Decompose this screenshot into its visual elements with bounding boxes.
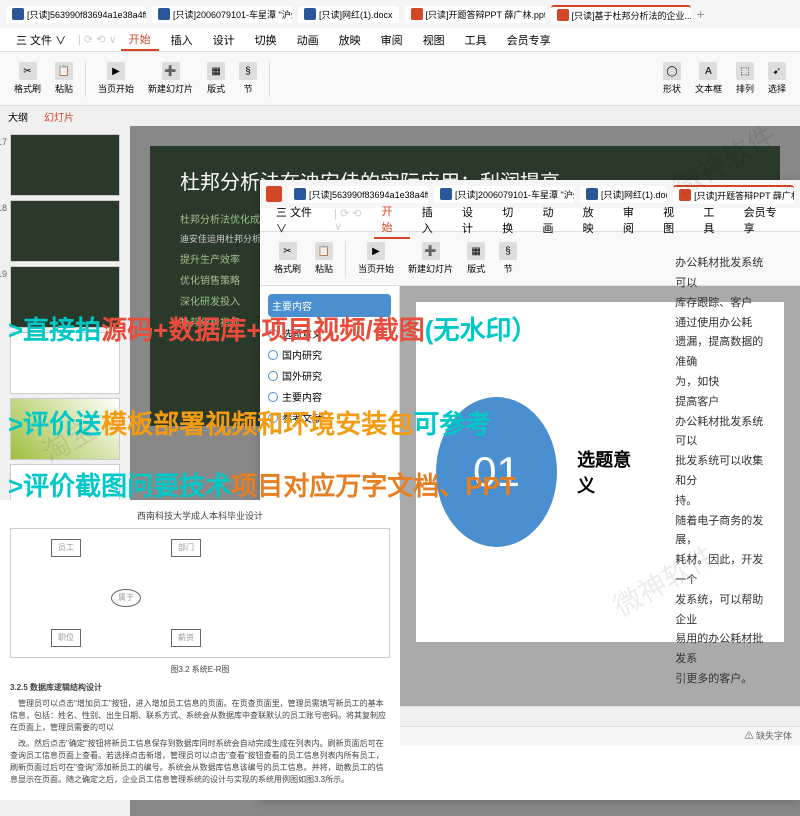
- word-icon: [440, 188, 452, 200]
- menu-animation[interactable]: 动画: [534, 202, 570, 238]
- word-icon: [586, 188, 598, 200]
- tool-textbox[interactable]: A文本框: [689, 60, 728, 97]
- word-icon: [304, 8, 316, 20]
- slide-section-label: 选题意义: [577, 446, 635, 498]
- menu-insert[interactable]: 插入: [414, 202, 450, 238]
- doc-header: 西南科技大学成人本科毕业设计: [10, 510, 390, 524]
- tool-layout[interactable]: ▦版式: [201, 60, 231, 97]
- menu-start[interactable]: 开始: [374, 201, 410, 239]
- menu-view[interactable]: 视图: [655, 202, 691, 238]
- menu-view[interactable]: 视图: [415, 30, 453, 50]
- toolbar-1: ✂格式刷 📋粘贴 ▶当页开始 ➕新建幻灯片 ▦版式 §节 ◯形状 A文本框 ⬚排…: [0, 52, 800, 106]
- menu-start[interactable]: 开始: [121, 29, 159, 51]
- tool-section[interactable]: §节: [493, 240, 523, 277]
- new-tab-button[interactable]: +: [697, 6, 705, 22]
- menubar-1: 三 文件 ∨ | ⟳ ⟲ ∨ 开始 插入 设计 切换 动画 放映 审阅 视图 工…: [0, 28, 800, 52]
- tool-new-slide[interactable]: ➕新建幻灯片: [142, 60, 199, 97]
- menu-design[interactable]: 设计: [205, 30, 243, 50]
- menu-member[interactable]: 会员专享: [499, 30, 559, 50]
- ppt-icon: [679, 189, 691, 201]
- menu-animation[interactable]: 动画: [289, 30, 327, 50]
- tool-paste[interactable]: 📋粘贴: [309, 240, 339, 277]
- document-preview: 西南科技大学成人本科毕业设计 员工 部门 属于 职位 薪资 图3.2 系统E-R…: [0, 500, 400, 800]
- tool-new-slide[interactable]: ➕新建幻灯片: [402, 240, 459, 277]
- slide-thumb[interactable]: 18: [10, 200, 120, 262]
- tab-doc[interactable]: [只读]网红(1).docx: [580, 186, 667, 203]
- menu-file[interactable]: 三 文件 ∨: [268, 202, 330, 238]
- slide-panel-tabs: 大纲 幻灯片: [0, 106, 800, 126]
- tool-from-current[interactable]: ▶当页开始: [92, 60, 140, 97]
- menu-tools[interactable]: 工具: [695, 202, 731, 238]
- tool-layout[interactable]: ▦版式: [461, 240, 491, 277]
- menu-review[interactable]: 审阅: [615, 202, 651, 238]
- menubar-2: 三 文件 ∨ | ⟳ ⟲ ∨ 开始 插入 设计 切换 动画 放映 审阅 视图 工…: [260, 208, 800, 232]
- tab-doc-5-active[interactable]: [只读]基于杜邦分析法的企业...×: [551, 5, 691, 24]
- tool-select[interactable]: ➹选择: [762, 60, 792, 97]
- missing-font-warning[interactable]: ⚠ 缺失字体: [744, 729, 792, 744]
- wps-icon: [266, 186, 282, 202]
- word-icon: [12, 8, 24, 20]
- nav-item[interactable]: 国外研究: [268, 365, 391, 386]
- doc-section-heading: 3.2.5 数据库逻辑结构设计: [10, 682, 390, 694]
- slide-body: 办公耗材批发系统可以库存跟踪、客户通过使用办公耗 遗漏，提高数据的准确为，如快提…: [675, 254, 764, 690]
- menu-transition[interactable]: 切换: [494, 202, 530, 238]
- ppt-icon: [557, 9, 569, 21]
- tool-format-painter[interactable]: ✂格式刷: [8, 60, 47, 97]
- menu-file[interactable]: 三 文件 ∨: [8, 30, 74, 50]
- slide-thumb[interactable]: 17: [10, 134, 120, 196]
- menu-slideshow[interactable]: 放映: [331, 30, 369, 50]
- menu-member[interactable]: 会员专享: [736, 202, 792, 238]
- tool-format-painter[interactable]: ✂格式刷: [268, 240, 307, 277]
- tool-paste[interactable]: 📋粘贴: [49, 60, 79, 97]
- promo-line-2: >评价送模板部署视频和环境安装包可参考: [8, 404, 491, 441]
- menu-transition[interactable]: 切换: [247, 30, 285, 50]
- menu-slideshow[interactable]: 放映: [575, 202, 611, 238]
- doc-paragraph: 改。然后点击"确定"按钮将新员工信息保存到数据库同时系统会自动完成生成在列表内。…: [10, 738, 390, 786]
- tab-doc-2[interactable]: [只读]2006079101-车星潭 "沪州福...: [152, 6, 292, 23]
- tool-arrange[interactable]: ⬚排列: [730, 60, 760, 97]
- promo-line-1: >直接拍源码+数据库+项目视频/截图(无水印）: [8, 310, 537, 347]
- promo-line-3: >评价截图问要技术项目对应万字文档、PPT: [8, 466, 516, 503]
- tool-section[interactable]: §节: [233, 60, 263, 97]
- titlebar-1: [只读]563990f83694a1e38a4ff65c... [只读]2006…: [0, 0, 800, 28]
- slides-tab[interactable]: 幻灯片: [44, 109, 74, 124]
- tab-doc-3[interactable]: [只读]网红(1).docx: [298, 6, 399, 23]
- tab-doc[interactable]: [只读]2006079101-车星潭 "沪州福...: [434, 186, 574, 203]
- tab-doc-1[interactable]: [只读]563990f83694a1e38a4ff65c...: [6, 6, 146, 23]
- ppt-icon: [411, 8, 423, 20]
- tab-doc-4[interactable]: [只读]开题答辩PPT 薛广林.pptx: [405, 6, 545, 23]
- word-icon: [158, 8, 170, 20]
- doc-paragraph: 管理员可以点击"增加员工"按钮，进入增加员工信息的页面。在页查页面里，管理员需填…: [10, 698, 390, 734]
- menu-tools[interactable]: 工具: [457, 30, 495, 50]
- menu-design[interactable]: 设计: [454, 202, 490, 238]
- diagram-caption: 图3.2 系统E-R图: [10, 664, 390, 676]
- nav-item[interactable]: 国内研究: [268, 344, 391, 365]
- tool-shape[interactable]: ◯形状: [657, 60, 687, 97]
- outline-tab[interactable]: 大纲: [8, 109, 28, 124]
- word-icon: [294, 188, 306, 200]
- menu-review[interactable]: 审阅: [373, 30, 411, 50]
- er-diagram: 员工 部门 属于 职位 薪资: [10, 528, 390, 658]
- menu-insert[interactable]: 插入: [163, 30, 201, 50]
- tool-from-current[interactable]: ▶当页开始: [352, 240, 400, 277]
